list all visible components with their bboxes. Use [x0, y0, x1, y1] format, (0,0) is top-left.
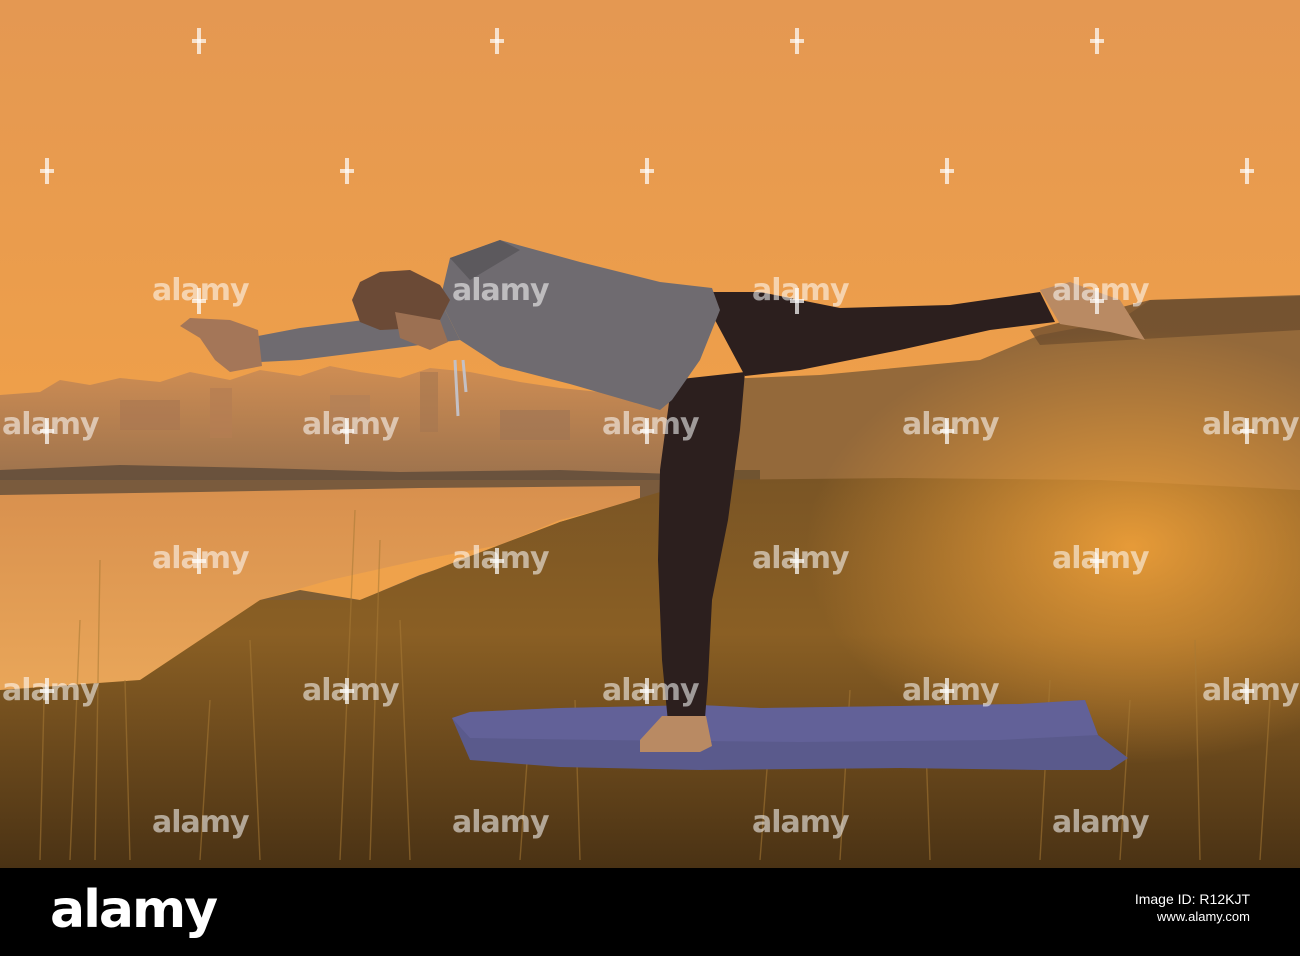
watermark-text: alamy	[1052, 805, 1150, 840]
watermark-mark	[490, 28, 504, 54]
watermark-mark	[940, 158, 954, 184]
watermark-mark	[1240, 158, 1254, 184]
stock-footer: alamy Image ID: R12KJT www.alamy.com	[0, 868, 1300, 956]
watermark-mark	[940, 678, 954, 704]
watermark-mark	[1090, 288, 1104, 314]
watermark-mark	[940, 418, 954, 444]
watermark-mark	[790, 288, 804, 314]
watermark-mark	[1090, 548, 1104, 574]
watermark-text: alamy	[152, 805, 250, 840]
watermark-mark	[192, 548, 206, 574]
watermark-mark	[340, 418, 354, 444]
watermark-mark	[1240, 418, 1254, 444]
watermark-mark	[40, 678, 54, 704]
watermark-text: alamy	[452, 805, 550, 840]
watermark-mark	[790, 28, 804, 54]
watermark-mark	[640, 158, 654, 184]
watermark-text: alamy	[452, 273, 550, 308]
image-info: Image ID: R12KJT www.alamy.com	[1135, 890, 1250, 926]
watermark-mark	[640, 418, 654, 444]
watermark-text: alamy	[752, 805, 850, 840]
watermark-mark	[340, 678, 354, 704]
watermark-mark	[1090, 28, 1104, 54]
watermark-mark	[40, 158, 54, 184]
photo: alamy alamy alamy alamy alamy alamy alam…	[0, 0, 1300, 868]
alamy-logo[interactable]: alamy	[50, 884, 218, 936]
watermark-mark	[192, 288, 206, 314]
site-link[interactable]: www.alamy.com	[1135, 908, 1250, 926]
image-id-label: Image ID: R12KJT	[1134, 891, 1250, 907]
watermark-mark	[340, 158, 354, 184]
watermark-mark	[490, 548, 504, 574]
watermark-mark	[192, 28, 206, 54]
watermark-mark	[1240, 678, 1254, 704]
watermark-mark	[40, 418, 54, 444]
watermark-mark	[790, 548, 804, 574]
watermark-mark	[640, 678, 654, 704]
